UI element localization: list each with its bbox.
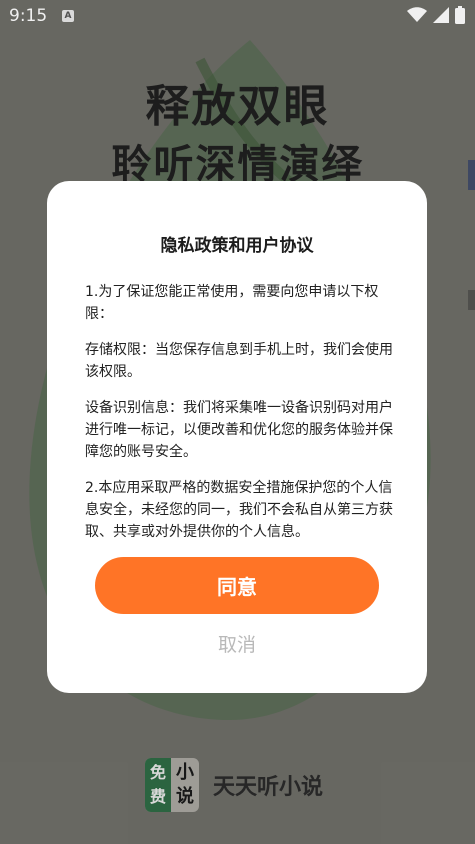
privacy-dialog: 隐私政策和用户协议 1.为了保证您能正常使用，需要向您申请以下权限： 存储权限：… bbox=[47, 181, 427, 693]
dialog-title: 隐私政策和用户协议 bbox=[160, 236, 314, 256]
policy-paragraph-3: 设备识别信息：我们将采集唯一设备识别码对用户进行唯一标记，以便改善和优化您的服务… bbox=[85, 400, 393, 460]
policy-paragraph-1: 1.为了保证您能正常使用，需要向您申请以下权限： bbox=[85, 284, 379, 322]
policy-paragraph-4: 2.本应用采取严格的数据安全措施保护您的个人信息安全，未经您的同一，我们不会私自… bbox=[85, 480, 393, 540]
dialog-body: 1.为了保证您能正常使用，需要向您申请以下权限： 存储权限：当您保存信息到手机上… bbox=[85, 281, 395, 557]
cancel-button[interactable]: 取消 bbox=[187, 625, 287, 661]
agree-button[interactable]: 同意 bbox=[95, 557, 379, 614]
policy-paragraph-2: 存储权限：当您保存信息到手机上时，我们会使用该权限。 bbox=[85, 342, 393, 380]
